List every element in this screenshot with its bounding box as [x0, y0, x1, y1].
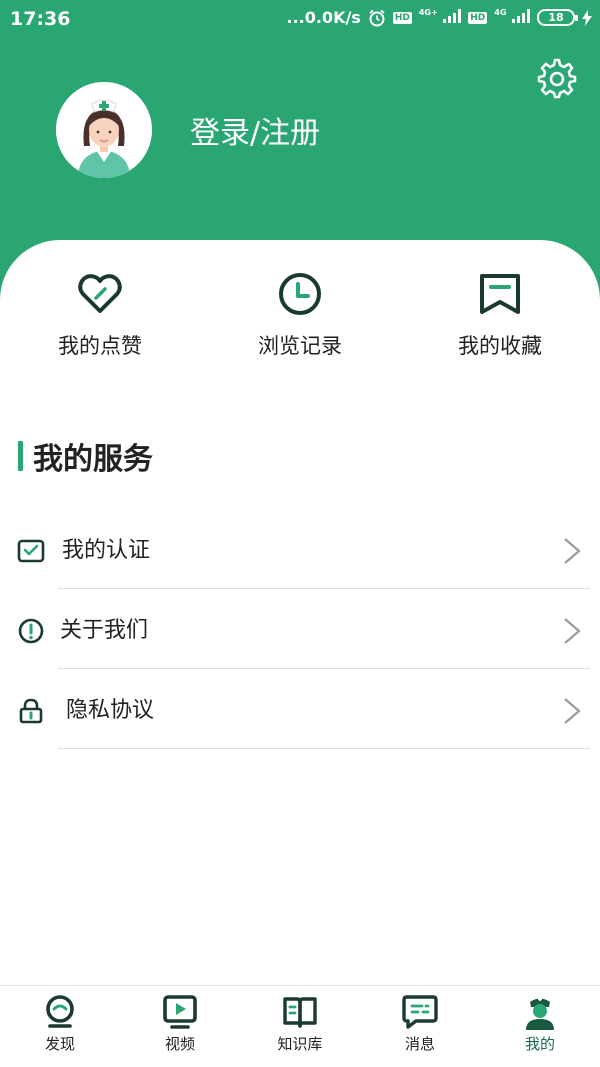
video-icon	[163, 995, 197, 1029]
hd-badge-2: HD	[468, 11, 488, 24]
tab-video-label: 视频	[164, 1035, 195, 1053]
tab-messages-label: 消息	[404, 1035, 435, 1053]
tab-video[interactable]: 视频	[120, 994, 240, 1054]
divider	[58, 668, 590, 669]
tab-profile[interactable]: 我的	[480, 994, 600, 1054]
battery-indicator: 18	[537, 9, 578, 26]
my-services-heading: 我的服务	[18, 436, 153, 477]
section-accent-bar	[18, 441, 23, 471]
tab-knowledge-base-label: 知识库	[277, 1035, 323, 1053]
nurse-avatar-icon	[56, 82, 152, 178]
section-title-text: 我的服务	[33, 442, 153, 477]
signal-1: 4G+	[418, 8, 462, 27]
tab-discover[interactable]: 发现	[0, 994, 120, 1054]
my-likes-button[interactable]: 我的点赞	[0, 270, 200, 360]
discover-icon	[46, 995, 74, 1028]
message-icon	[402, 995, 438, 1029]
browse-history-button[interactable]: 浏览记录	[200, 270, 400, 360]
chevron-right-icon	[564, 618, 581, 644]
clock-icon	[279, 273, 321, 315]
divider	[58, 748, 590, 749]
knowledge-icon	[283, 997, 317, 1028]
info-icon	[18, 618, 44, 644]
profile-nurse-icon	[526, 997, 554, 1030]
signal-bars-icon	[512, 9, 530, 23]
my-favorites-label: 我的收藏	[458, 334, 542, 358]
menu-item-privacy-policy[interactable]: 隐私协议	[0, 670, 600, 750]
status-time: 17:36	[10, 8, 71, 30]
alarm-icon	[369, 9, 385, 26]
chevron-right-icon	[564, 698, 581, 724]
lock-icon	[19, 698, 43, 724]
my-likes-label: 我的点赞	[58, 334, 142, 358]
certification-icon	[17, 539, 45, 563]
network-type-2: 4G	[494, 8, 507, 17]
charging-icon	[582, 9, 592, 26]
chevron-right-icon	[564, 538, 581, 564]
signal-bars-icon	[443, 9, 462, 23]
bottom-tab-bar: 发现 视频 知识库 消息 我的	[0, 985, 600, 1067]
network-type-1: 4G+	[418, 8, 438, 17]
heart-icon	[78, 274, 122, 313]
browse-history-label: 浏览记录	[258, 334, 342, 358]
divider	[58, 588, 590, 589]
settings-gear-icon[interactable]	[536, 58, 578, 100]
tab-knowledge-base[interactable]: 知识库	[240, 994, 360, 1054]
avatar[interactable]	[56, 82, 152, 178]
menu-item-certification[interactable]: 我的认证	[0, 510, 600, 590]
tab-messages[interactable]: 消息	[360, 994, 480, 1054]
menu-item-about-us[interactable]: 关于我们	[0, 590, 600, 670]
about-us-label: 关于我们	[60, 618, 149, 643]
signal-2: 4G	[494, 8, 530, 27]
hd-badge-1: HD	[392, 11, 412, 24]
tab-profile-label: 我的	[524, 1035, 555, 1053]
bookmark-icon	[480, 274, 520, 314]
my-favorites-button[interactable]: 我的收藏	[400, 270, 600, 360]
tab-discover-label: 发现	[44, 1035, 75, 1053]
certification-label: 我的认证	[62, 538, 151, 563]
status-indicators: ...0.0K/s HD 4G+ HD 4G 18	[286, 8, 592, 27]
login-register-link[interactable]: 登录/注册	[190, 108, 320, 152]
privacy-policy-label: 隐私协议	[66, 698, 155, 723]
status-bar: 17:36 ...0.0K/s HD 4G+ HD 4G 18	[0, 0, 600, 36]
network-speed: ...0.0K/s	[286, 8, 361, 27]
